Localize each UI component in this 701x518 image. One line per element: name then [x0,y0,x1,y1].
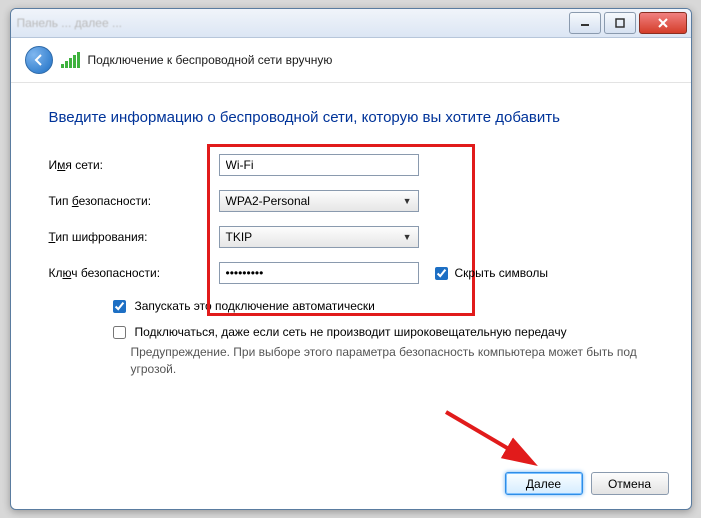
close-icon [657,17,669,29]
chevron-down-icon: ▼ [403,232,412,242]
encryption-type-combo[interactable]: TKIP ▼ [219,226,419,248]
back-button[interactable] [25,46,53,74]
close-button[interactable] [639,12,687,34]
label-security-type: Тип безопасности: [49,194,209,208]
minimize-icon [580,18,590,28]
arrow-icon [441,407,551,477]
wizard-header-title: Подключение к беспроводной сети вручную [88,53,333,67]
security-type-combo[interactable]: WPA2-Personal ▼ [219,190,419,212]
encryption-type-value: TKIP [226,230,253,244]
next-button[interactable]: Далее [505,472,583,495]
chevron-down-icon: ▼ [403,196,412,206]
titlebar: Панель ... далее ... [11,9,691,38]
form: Имя сети: Тип безопасности: WPA2-Persona… [49,154,653,284]
label-ssid: Имя сети: [49,158,209,172]
wifi-signal-icon [61,52,80,68]
wizard-window: Панель ... далее ... Подключение к беспр… [10,8,692,510]
annotation-arrow [441,407,551,480]
auto-start-row: Запускать это подключение автоматически [109,298,653,316]
connect-hidden-row: Подключаться, даже если сеть не производ… [109,324,653,342]
hide-chars-checkbox[interactable] [435,267,448,280]
footer-buttons: Далее Отмена [505,472,669,495]
ssid-input[interactable] [219,154,419,176]
label-security-key: Ключ безопасности: [49,266,209,280]
hide-chars-label: Скрыть символы [431,264,549,283]
security-key-input[interactable] [219,262,419,284]
security-type-value: WPA2-Personal [226,194,310,208]
cancel-button[interactable]: Отмена [591,472,669,495]
maximize-icon [615,18,625,28]
auto-start-checkbox[interactable] [113,300,126,313]
titlebar-text: Панель ... далее ... [17,16,123,30]
back-arrow-icon [32,53,46,67]
window-buttons [569,12,687,34]
label-encryption-type: Тип шифрования: [49,230,209,244]
wizard-header: Подключение к беспроводной сети вручную [11,38,691,83]
content-area: Введите информацию о беспроводной сети, … [11,83,691,390]
minimize-button[interactable] [569,12,601,34]
connect-hidden-checkbox[interactable] [113,326,126,339]
maximize-button[interactable] [604,12,636,34]
warning-text: Предупреждение. При выборе этого парамет… [131,344,641,378]
page-title: Введите информацию о беспроводной сети, … [49,109,653,126]
